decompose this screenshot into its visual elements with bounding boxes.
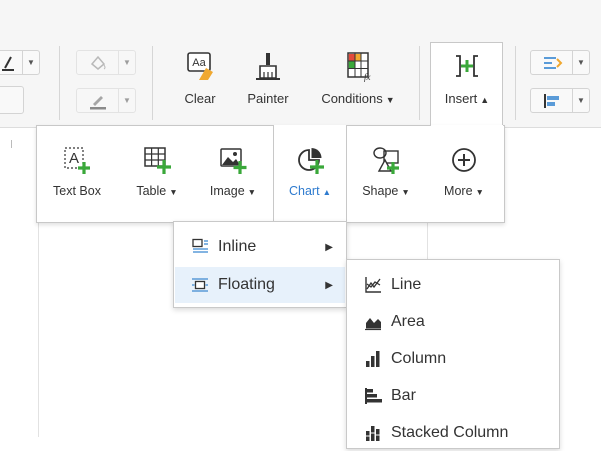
menu-item-floating[interactable]: Floating ▶: [175, 267, 345, 303]
chevron-right-icon: ▶: [325, 279, 333, 291]
text-box-button[interactable]: A Text Box: [45, 126, 109, 222]
chevron-down-icon: ▼: [385, 95, 395, 105]
inline-label: Inline: [218, 238, 257, 255]
insert-icon: [456, 55, 478, 77]
separator: [152, 46, 153, 120]
more-button[interactable]: More ▼: [428, 126, 500, 222]
line-label: Line: [391, 276, 422, 293]
chevron-down-icon: ▼: [572, 51, 589, 74]
menu-item-bar[interactable]: Bar: [348, 378, 558, 414]
table-label: Table: [136, 184, 167, 198]
chevron-down-icon: ▼: [169, 187, 178, 197]
chart-placement-menu: Inline ▶ Floating ▶: [173, 221, 347, 308]
text-box-icon: A: [64, 147, 90, 174]
separator: [59, 46, 60, 120]
chevron-up-icon: ▲: [322, 187, 331, 197]
image-label-wrap: Image ▼: [210, 184, 256, 198]
menu-item-area[interactable]: Area: [348, 304, 558, 340]
svg-text:Aa: Aa: [192, 57, 206, 69]
clear-format-icon: Aa: [187, 52, 213, 80]
column-label: Column: [391, 350, 447, 367]
floating-label: Floating: [218, 276, 275, 293]
conditions-button[interactable]: fx Conditions ▼: [308, 48, 408, 124]
svg-text:A: A: [69, 150, 79, 167]
paint-bucket-icon: [77, 51, 119, 74]
chevron-right-icon: ▶: [325, 241, 333, 253]
shape-icon: [373, 147, 399, 174]
clear-button[interactable]: Aa Clear: [170, 48, 230, 124]
image-icon: [220, 148, 247, 174]
shape-label: Shape: [362, 184, 399, 198]
floating-chart-icon: [192, 278, 208, 292]
conditions-label-wrap: Conditions ▼: [321, 91, 394, 106]
painter-button[interactable]: Painter: [238, 48, 298, 124]
ruler-tick: [11, 140, 12, 148]
ribbon-toolbar: ▼ ▼ ▼ Aa Clear Painter fx Conditions ▼ I…: [0, 0, 601, 128]
wrap-text-icon: [531, 51, 573, 74]
table-button[interactable]: Table ▼: [122, 126, 192, 222]
bar-chart-icon: [365, 388, 382, 404]
stacked-column-label: Stacked Column: [391, 424, 509, 441]
text-box-label: Text Box: [53, 184, 101, 198]
column-chart-icon: [366, 351, 380, 367]
chevron-down-icon: ▼: [22, 51, 39, 74]
wrap-text-dropdown[interactable]: ▼: [530, 50, 590, 75]
pie-chart-icon: [298, 148, 324, 174]
menu-item-line[interactable]: Line: [348, 267, 558, 303]
more-label-wrap: More ▼: [444, 184, 484, 198]
pencil-icon: [77, 89, 119, 112]
area-label: Area: [391, 313, 425, 330]
chart-button[interactable]: Chart ▲: [274, 126, 346, 222]
chevron-up-icon: ▲: [480, 95, 490, 105]
more-label: More: [444, 184, 473, 198]
align-left-icon: [531, 89, 573, 112]
image-button[interactable]: Image ▼: [197, 126, 269, 222]
svg-text:fx: fx: [364, 72, 371, 82]
inline-chart-icon: [192, 238, 208, 253]
table-label-wrap: Table ▼: [136, 184, 177, 198]
separator: [515, 46, 516, 120]
shape-label-wrap: Shape ▼: [362, 184, 410, 198]
image-label: Image: [209, 184, 245, 198]
menu-item-inline[interactable]: Inline ▶: [175, 229, 345, 265]
chevron-down-icon: ▼: [247, 187, 257, 197]
chevron-down-icon: ▼: [118, 51, 135, 74]
font-color-dropdown[interactable]: ▼: [0, 50, 40, 75]
font-color-icon: [0, 51, 23, 74]
chevron-down-icon: ▼: [401, 187, 410, 197]
font-size-field[interactable]: [0, 86, 24, 114]
chart-label-wrap: Chart ▲: [289, 184, 331, 198]
paintbrush-icon: [256, 53, 280, 80]
painter-label: Painter: [247, 91, 289, 106]
plus-circle-icon: [452, 148, 476, 172]
align-dropdown[interactable]: ▼: [530, 88, 590, 113]
conditions-label: Conditions: [321, 91, 383, 106]
insert-button[interactable]: Insert ▲: [431, 48, 503, 124]
chevron-down-icon: ▼: [475, 187, 484, 197]
insert-panel: A Text Box Table ▼ Image ▼ Chart ▲ Shape…: [36, 125, 505, 223]
border-color-dropdown[interactable]: ▼: [76, 88, 136, 113]
chevron-down-icon: ▼: [118, 89, 135, 112]
separator: [419, 46, 420, 120]
fill-color-dropdown[interactable]: ▼: [76, 50, 136, 75]
insert-label-wrap: Insert ▲: [445, 91, 489, 106]
insert-label: Insert: [444, 91, 478, 106]
shape-button[interactable]: Shape ▼: [350, 126, 422, 222]
chart-label: Chart: [289, 184, 320, 198]
conditional-format-icon: fx: [347, 52, 371, 82]
area-chart-icon: [365, 318, 381, 331]
bar-label: Bar: [391, 387, 416, 404]
chevron-down-icon: ▼: [572, 89, 589, 112]
line-chart-icon: [365, 277, 381, 293]
chart-types-menu: Line Area Column Bar Stacked Column: [346, 259, 560, 449]
menu-item-stacked-column[interactable]: Stacked Column: [348, 415, 558, 451]
stacked-column-chart-icon: [366, 426, 380, 441]
menu-item-column[interactable]: Column: [348, 341, 558, 377]
clear-label: Clear: [184, 91, 216, 106]
table-icon: [144, 147, 171, 174]
